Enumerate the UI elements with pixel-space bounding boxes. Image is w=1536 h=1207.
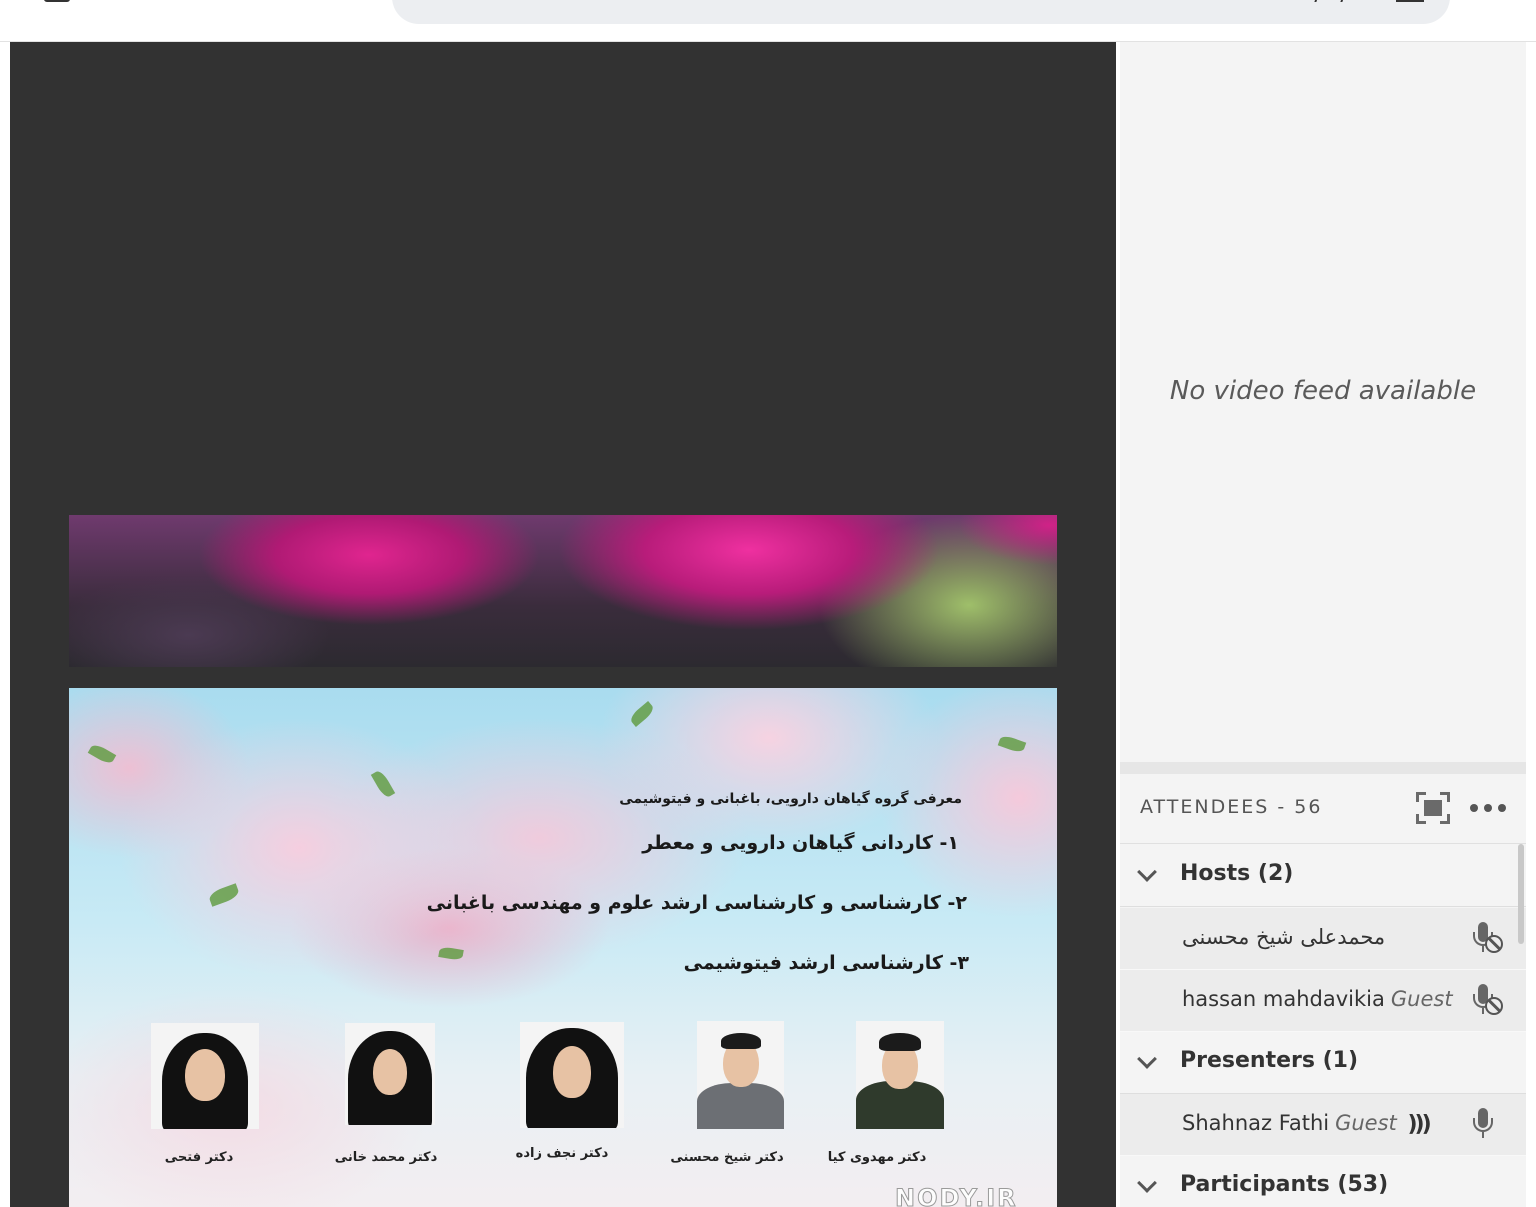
share-pod: معرفی گروه گیاهان دارویی، باغبانی و فیتو… (10, 42, 1116, 1207)
slide-heading: معرفی گروه گیاهان دارویی، باغبانی و فیتو… (619, 791, 962, 807)
guest-label: Guest (1390, 987, 1453, 1011)
faculty-photo (520, 1022, 624, 1128)
decor-leaf (628, 701, 656, 727)
group-participants[interactable]: Participants (53) (1120, 1156, 1526, 1207)
attendee-name: محمدعلی شیخ محسنی (1182, 925, 1385, 949)
slide-item-2: ۲- کارشناسی و کارشناسی ارشد علوم و مهندس… (426, 892, 967, 914)
attendee-row[interactable]: hassan mahdavikia Guest (1120, 970, 1526, 1032)
fullscreen-icon[interactable] (1416, 792, 1450, 824)
menu-icon[interactable] (44, 0, 70, 2)
decor-leaf (207, 883, 241, 907)
faculty-photo (856, 1021, 944, 1129)
decor-leaf (997, 733, 1027, 755)
faculty-caption: دکتر مهدوی کیا (827, 1150, 927, 1165)
faculty-caption: دکتر محمد خانی (334, 1150, 438, 1165)
slide-item-3: ۳- کارشناسی ارشد فیتوشیمی (683, 952, 969, 974)
slide-banner-image (69, 515, 1057, 667)
attendee-name-text: hassan mahdavikia (1182, 987, 1385, 1011)
video-pod: No video feed available (1120, 42, 1526, 762)
attendees-pod: ATTENDEES - 56 Hosts (2) محمدعلی شیخ محس… (1120, 774, 1526, 1207)
bookmark-star-icon[interactable] (1314, 0, 1346, 2)
faculty-photo (345, 1023, 435, 1125)
tabs-icon[interactable] (1396, 0, 1424, 2)
chevron-down-icon[interactable] (1137, 1173, 1157, 1193)
attendee-row[interactable]: Shahnaz Fathi Guest ))) (1120, 1094, 1526, 1156)
no-video-message: No video feed available (1169, 376, 1477, 406)
decor-leaf (370, 768, 396, 800)
browser-toolbar (0, 0, 1536, 42)
mic-icon[interactable] (1472, 1108, 1506, 1142)
faculty-caption: دکتر فتحی (164, 1150, 234, 1165)
guest-label: Guest (1335, 1111, 1397, 1135)
slide-item-1: ۱- کاردانی گیاهان دارویی و معطر (642, 832, 959, 854)
right-panel: No video feed available ATTENDEES - 56 H… (1116, 42, 1536, 1207)
faculty-caption: دکتر نجف زاده (515, 1146, 609, 1161)
more-options-icon[interactable] (1470, 798, 1506, 818)
attendee-name-text: محمدعلی شیخ محسنی (1182, 925, 1386, 949)
scrollbar[interactable] (1518, 844, 1524, 944)
attendee-name: hassan mahdavikia Guest (1182, 987, 1453, 1011)
group-label: Hosts (2) (1180, 861, 1294, 886)
attendee-row[interactable]: محمدعلی شیخ محسنی (1120, 908, 1526, 970)
chevron-down-icon[interactable] (1137, 1049, 1157, 1069)
group-hosts[interactable]: Hosts (2) (1120, 845, 1526, 907)
attendee-name-text: Shahnaz Fathi (1182, 1111, 1330, 1135)
group-label: Presenters (1) (1180, 1048, 1359, 1073)
group-label: Participants (53) (1180, 1172, 1389, 1197)
attendees-header: ATTENDEES - 56 (1120, 774, 1526, 844)
decor-leaf (438, 945, 464, 962)
mic-muted-icon[interactable] (1472, 984, 1506, 1018)
watermark: NODY.IR (895, 1184, 1018, 1207)
speaking-indicator-icon: ))) (1407, 1111, 1431, 1137)
pod-divider[interactable] (1120, 762, 1526, 774)
mic-muted-icon[interactable] (1472, 922, 1506, 956)
attendees-title: ATTENDEES - 56 (1140, 796, 1323, 818)
presentation-slide: معرفی گروه گیاهان دارویی، باغبانی و فیتو… (69, 688, 1057, 1207)
chevron-down-icon[interactable] (1137, 862, 1157, 882)
faculty-photo (697, 1021, 784, 1129)
faculty-photo (151, 1023, 259, 1129)
group-presenters[interactable]: Presenters (1) (1120, 1032, 1526, 1094)
address-bar[interactable] (392, 0, 1450, 24)
attendee-name: Shahnaz Fathi Guest ))) (1182, 1111, 1432, 1137)
decor-leaf (87, 742, 117, 766)
faculty-caption: دکتر شیخ محسنی (670, 1150, 784, 1165)
